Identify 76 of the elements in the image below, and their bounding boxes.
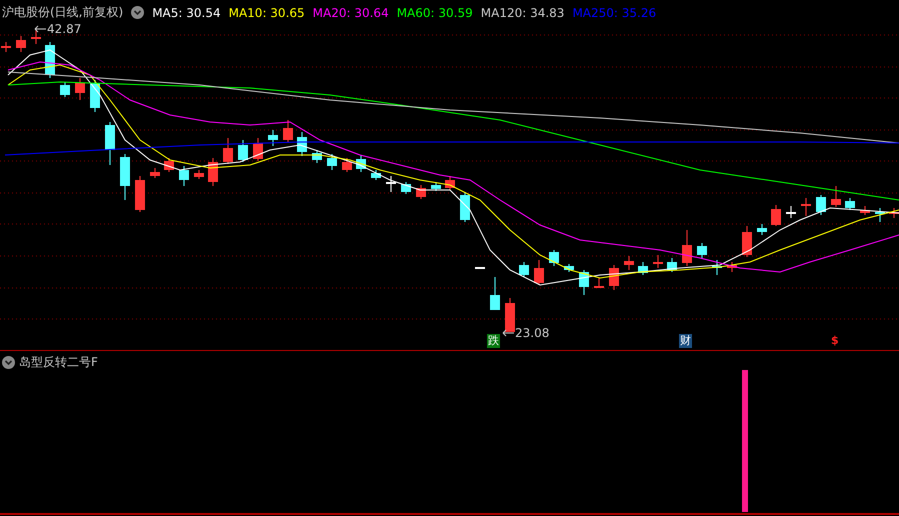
- candlestick: [356, 154, 366, 172]
- candlestick: [312, 150, 322, 164]
- candlestick: [208, 158, 218, 186]
- candlestick: [490, 276, 500, 310]
- candlestick: [386, 176, 396, 192]
- candlestick: [60, 82, 70, 98]
- moving-average-value: MA60: 30.59: [396, 6, 473, 20]
- candlestick: [194, 170, 204, 180]
- candlestick: [682, 230, 692, 266]
- moving-average-value: MA120: 34.83: [480, 6, 564, 20]
- candlestick: [786, 206, 796, 218]
- candlestick: [845, 198, 855, 210]
- candlestick: [727, 262, 737, 272]
- candlestick: [342, 158, 352, 172]
- dropdown-icon[interactable]: [131, 6, 144, 19]
- candlestick: [638, 262, 648, 276]
- indicator-title: 岛型反转二号F: [19, 354, 98, 371]
- candlestick: [801, 198, 811, 216]
- candlestick: [371, 170, 381, 180]
- moving-average-value: MA250: 35.26: [572, 6, 656, 20]
- candlestick: [460, 192, 470, 222]
- candlestick: [816, 194, 826, 216]
- candlestick: [135, 176, 145, 212]
- candlestick: [75, 78, 85, 100]
- dropdown-icon[interactable]: [2, 356, 15, 369]
- event-marker[interactable]: 财: [679, 334, 692, 348]
- candlestick: [712, 260, 722, 276]
- candlestick: [297, 132, 307, 156]
- candlestick: [150, 168, 160, 178]
- candlestick: [120, 154, 130, 200]
- candlestick: [609, 264, 619, 290]
- price-label: 23.08: [515, 326, 550, 340]
- candlestick: [253, 138, 263, 162]
- candlestick: [431, 182, 441, 192]
- candlestick: [757, 224, 767, 236]
- price-label: 42.87: [47, 22, 82, 36]
- event-marker[interactable]: 跌: [487, 334, 500, 348]
- candlestick: [875, 208, 885, 222]
- candlestick: [445, 176, 455, 190]
- candlestick: [416, 184, 426, 200]
- event-marker[interactable]: $: [830, 334, 840, 348]
- candlestick: [164, 158, 174, 172]
- chart-title: 沪电股份(日线,前复权): [2, 4, 124, 21]
- candlestick: [771, 204, 781, 226]
- candlestick: [31, 28, 41, 44]
- candlestick: [179, 166, 189, 186]
- candlestick: [564, 264, 574, 272]
- candlestick: [624, 256, 634, 270]
- candlestick: [16, 36, 26, 52]
- candlestick: [283, 120, 293, 142]
- moving-average-value: MA10: 30.65: [228, 6, 305, 20]
- candlestick: [860, 206, 870, 216]
- candlestick: [697, 242, 707, 258]
- leader-arrow-icon: [34, 25, 46, 33]
- moving-average-value: MA5: 30.54: [152, 6, 221, 20]
- candlestick: [401, 182, 411, 194]
- moving-average-value: MA20: 30.64: [312, 6, 389, 20]
- candlestick: [223, 138, 233, 164]
- candlestick: [505, 298, 515, 332]
- candlestick: [519, 262, 529, 278]
- leader-arrow-icon: [502, 329, 514, 337]
- candlestick: [475, 266, 485, 270]
- candlestick: [889, 208, 899, 218]
- candlestick: [579, 270, 589, 296]
- candlestick: [327, 154, 337, 170]
- candlestick: [667, 258, 677, 272]
- candlestick: [653, 254, 663, 268]
- candlestick: [594, 278, 604, 288]
- candlestick: [549, 250, 559, 266]
- candlestick: [831, 186, 841, 208]
- candlestick: [268, 130, 278, 146]
- candlestick: [105, 122, 115, 166]
- candlestick: [238, 140, 248, 162]
- candlestick: [742, 226, 752, 258]
- candlestick: [534, 260, 544, 286]
- candlestick: [1, 42, 11, 52]
